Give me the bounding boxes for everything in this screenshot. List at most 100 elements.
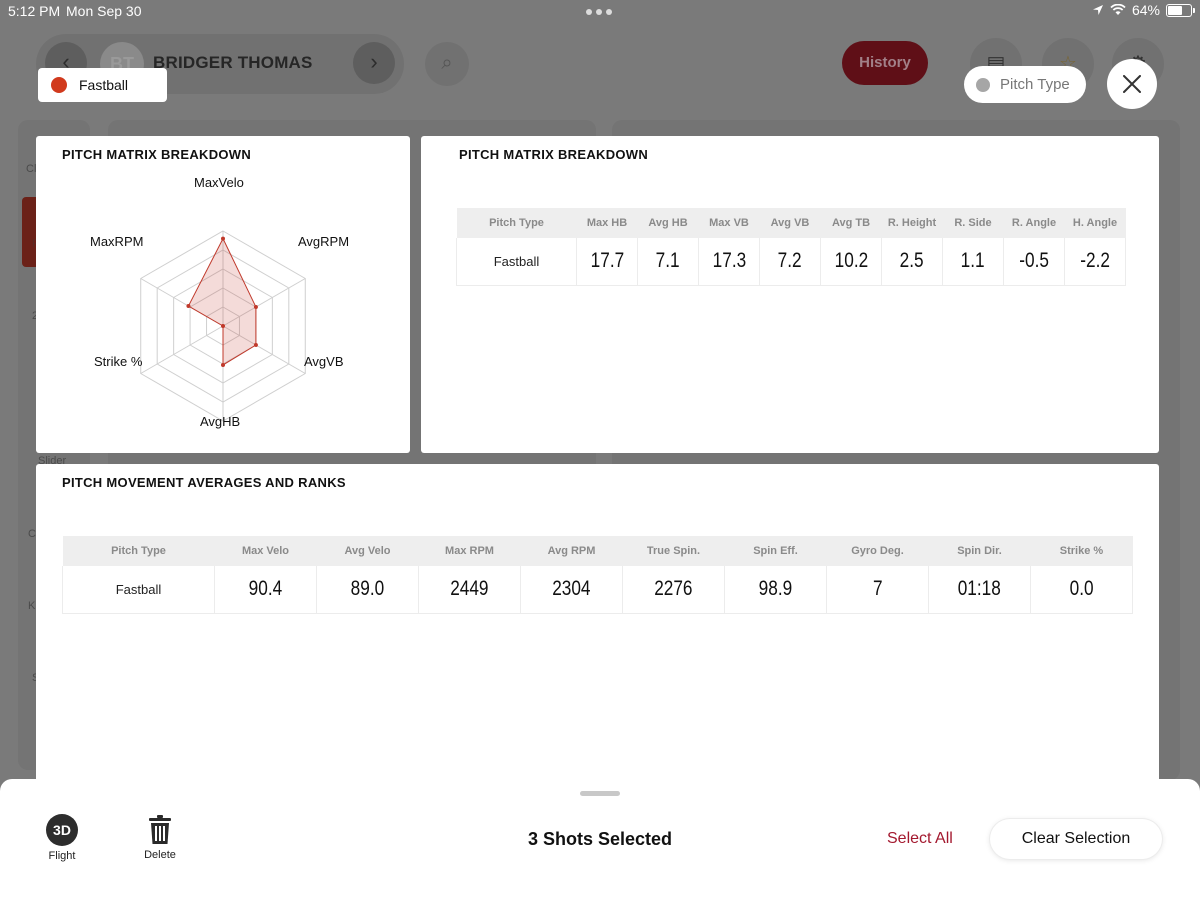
pitch-type-toggle[interactable]: Pitch Type: [964, 66, 1086, 103]
bg-sidebar-label: C: [28, 528, 36, 540]
stat-value: 2304: [552, 577, 591, 601]
status-indicators: 64%: [1092, 2, 1195, 18]
stat-value: 2.5: [900, 249, 924, 273]
stat-value: 7.1: [656, 249, 680, 273]
multitasking-dots[interactable]: [586, 9, 612, 15]
pitch-filter-label: Fastball: [79, 77, 129, 93]
radar-axis-label: MaxRPM: [90, 234, 144, 249]
radar-axis-label: Strike %: [94, 354, 143, 369]
stat-value: 2276: [654, 577, 693, 601]
clear-selection-button[interactable]: Clear Selection: [990, 819, 1162, 859]
radar-axis-label: AvgHB: [200, 414, 241, 429]
next-player-button: ›: [353, 42, 395, 84]
table-row[interactable]: Fastball 17.7 7.1 17.3 7.2 10.2 2.5 1.1 -0.5 -2.2: [456, 238, 1126, 286]
stat-value: 1.1: [961, 249, 985, 273]
player-name: BRIDGER THOMAS: [153, 53, 313, 72]
column-header: Pitch Type: [456, 208, 577, 238]
radar-card: PITCH MATRIX BREAKDOWN MaxVelo AvgRPM Av…: [36, 136, 410, 453]
table-header-row: Pitch Type Max Velo Avg Velo Max RPM Avg RPM…: [62, 536, 1133, 566]
trash-icon: [149, 815, 171, 844]
pitch-filter-chip[interactable]: Fastball: [38, 68, 167, 102]
delete-label: Delete: [144, 849, 176, 861]
close-button[interactable]: [1107, 59, 1157, 109]
bg-sidebar-label: Cl: [26, 163, 37, 175]
column-header: Max Velo: [214, 536, 317, 566]
radar-point: [221, 236, 225, 241]
stat-cell: 10.2: [820, 238, 882, 286]
stat-cell: 01:18: [928, 566, 1031, 614]
column-header: H. Angle: [1064, 208, 1126, 238]
matrix-card: PITCH MATRIX BREAKDOWN Pitch Type Max HB A…: [421, 136, 1159, 453]
toggle-dot: [976, 77, 990, 92]
radar-axis-label: AvgRPM: [298, 234, 350, 249]
close-icon: [1123, 75, 1141, 93]
table-row[interactable]: Fastball 90.4 89.0 2449 2304 2276 98.9 7 01:18 0.…: [62, 566, 1133, 614]
stat-cell: 7.2: [759, 238, 821, 286]
stat-value: 98.9: [758, 577, 793, 601]
column-header: R. Side: [942, 208, 1004, 238]
battery-icon: [1166, 3, 1195, 17]
movement-card-title: PITCH MOVEMENT AVERAGES AND RANKS: [62, 475, 346, 490]
status-time: 5:12 PM: [8, 3, 61, 19]
stat-value: 7.2: [778, 249, 802, 273]
wifi-icon: [1110, 4, 1126, 15]
pitch-color-dot: [51, 77, 67, 93]
stat-cell: -2.2: [1064, 238, 1126, 286]
stat-cell: 17.3: [698, 238, 760, 286]
movement-table: Pitch Type Max Velo Avg Velo Max RPM Avg RPM…: [62, 536, 1133, 614]
column-header: Avg Velo: [316, 536, 419, 566]
radar-series-area: [187, 237, 257, 366]
pitch-type-cell: Fastball: [62, 566, 215, 614]
stat-cell: 90.4: [214, 566, 317, 614]
column-header: Avg TB: [820, 208, 882, 238]
bg-sidebar-label: K: [28, 600, 36, 612]
3d-icon: 3D: [46, 814, 78, 846]
column-header: Spin Dir.: [928, 536, 1031, 566]
stat-value: 89.0: [350, 577, 385, 601]
stat-value: 90.4: [248, 577, 283, 601]
stat-value: 10.2: [834, 249, 868, 273]
matrix-card-title: PITCH MATRIX BREAKDOWN: [459, 147, 649, 162]
delete-button[interactable]: Delete: [140, 815, 180, 861]
stat-cell: 2304: [520, 566, 623, 614]
battery-percent: 64%: [1131, 2, 1160, 18]
stat-value: 17.7: [590, 249, 624, 273]
stat-cell: 89.0: [316, 566, 419, 614]
matrix-table: Pitch Type Max HB Avg HB Max VB Avg VB Avg TB…: [456, 208, 1126, 286]
stat-cell: 2.5: [881, 238, 943, 286]
column-header: Max HB: [576, 208, 638, 238]
stat-cell: -0.5: [1003, 238, 1065, 286]
radar-axis-label: AvgVB: [304, 354, 344, 369]
stat-cell: 7: [826, 566, 929, 614]
stat-value: 01:18: [957, 577, 1002, 601]
flight-label: Flight: [48, 850, 76, 862]
stat-cell: 7.1: [637, 238, 699, 286]
stat-value: 0.0: [1069, 577, 1094, 601]
pitch-type-label: Pitch Type: [1000, 76, 1070, 93]
column-header: Max RPM: [418, 536, 521, 566]
location-icon: [1092, 5, 1103, 15]
column-header: Max VB: [698, 208, 760, 238]
column-header: Avg HB: [637, 208, 699, 238]
radar-point: [221, 324, 225, 328]
column-header: Pitch Type: [62, 536, 215, 566]
stat-value: 17.3: [712, 249, 746, 273]
stat-cell: 1.1: [942, 238, 1004, 286]
column-header: Avg RPM: [520, 536, 623, 566]
radar-point: [253, 343, 258, 347]
column-header: Gyro Deg.: [826, 536, 929, 566]
radar-point: [221, 362, 225, 367]
column-header: Spin Eff.: [724, 536, 827, 566]
column-header: True Spin.: [622, 536, 725, 566]
column-header: R. Height: [881, 208, 943, 238]
radar-point: [253, 305, 258, 309]
status-date: Mon Sep 30: [66, 3, 142, 19]
status-bar: 5:12 PM Mon Sep 30 64%: [0, 0, 1200, 24]
sheet-grabber[interactable]: [580, 791, 620, 796]
select-all-button[interactable]: Select All: [887, 830, 953, 848]
search-icon: ⌕: [425, 42, 469, 86]
pitch-type-cell: Fastball: [456, 238, 577, 286]
radar-point: [186, 304, 191, 309]
column-header: Strike %: [1030, 536, 1133, 566]
flight-3d-button[interactable]: 3D Flight: [45, 814, 79, 862]
